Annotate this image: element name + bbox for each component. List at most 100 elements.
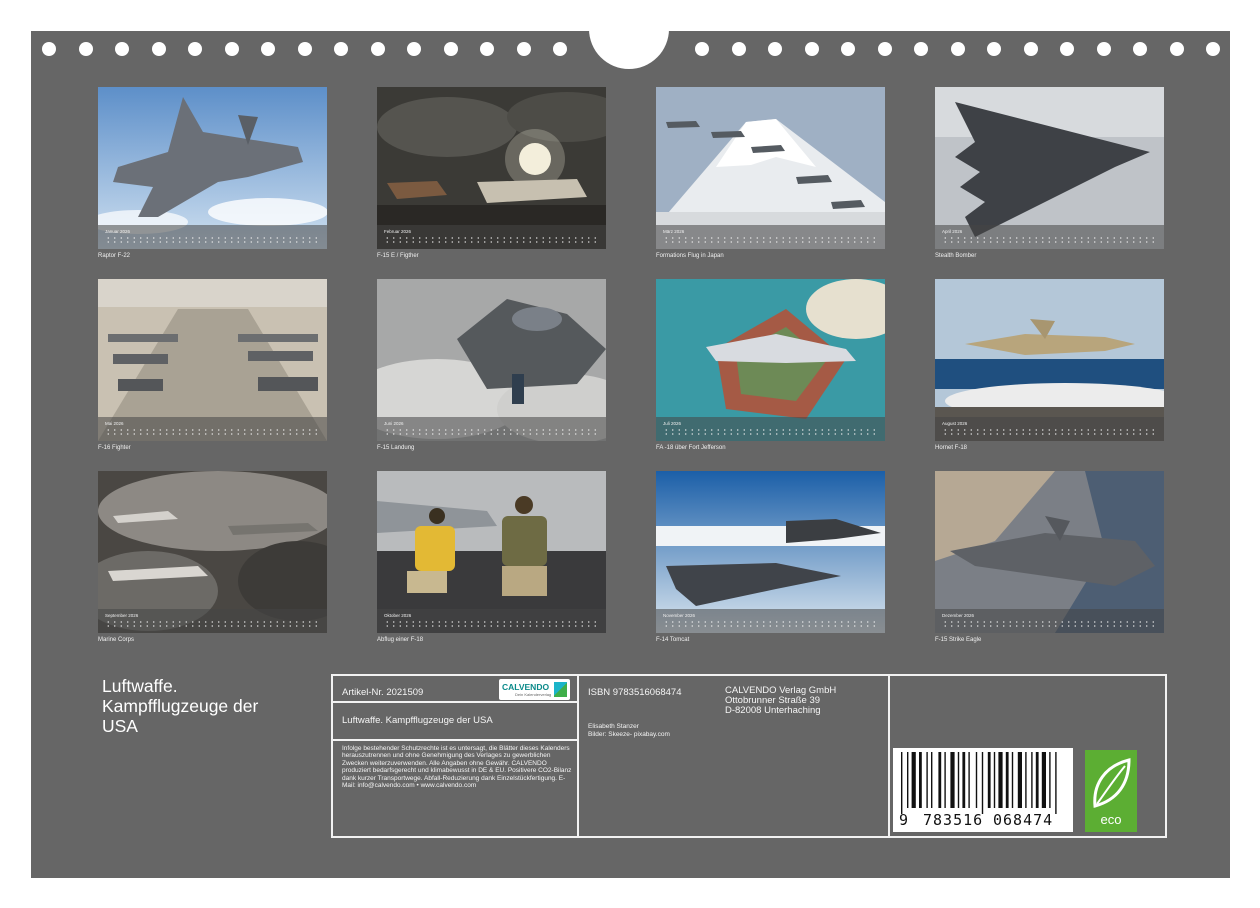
binding-hole [151, 42, 166, 56]
month-strip: Januar 2026 [98, 225, 327, 249]
day-grid [105, 236, 320, 244]
photo-caption: Marine Corps [98, 637, 135, 643]
photo-caption: F-15 Strike Eagle [935, 637, 982, 643]
binding-hole [224, 42, 239, 56]
binding-hole [1096, 42, 1111, 56]
barcode: 9 783516 068474 [893, 748, 1073, 832]
binding-hole [553, 42, 567, 56]
barcode-bar [950, 752, 955, 808]
barcode-bar [1035, 752, 1039, 808]
day-grid [105, 620, 320, 628]
barcode-digit-lead: 9 [899, 811, 909, 829]
month-label: Juli 2026 [663, 421, 682, 426]
binding-hole [1206, 42, 1220, 56]
barcode-bar [987, 752, 991, 808]
month-label: Februar 2026 [384, 229, 412, 234]
barcode-bar [975, 752, 978, 808]
month-strip: August 2026 [935, 417, 1164, 441]
title-line: USA [102, 716, 138, 736]
binding-hole [841, 42, 855, 56]
photo-caption: Formations Flug in Japan [656, 253, 724, 259]
month-strip: Oktober 2026 [377, 609, 606, 633]
month-label: Mai 2026 [105, 421, 124, 426]
month-strip: April 2026 [935, 225, 1164, 249]
photo-caption: Raptor F-22 [98, 253, 131, 259]
barcode-bar [968, 752, 970, 808]
binding-hole [877, 42, 892, 56]
photo-caption: Stealth Bomber [935, 253, 977, 259]
barcode-bar [1005, 752, 1009, 808]
barcode-bar [957, 752, 960, 808]
day-grid [942, 620, 1157, 628]
binding-hole [987, 42, 1001, 56]
title-line: Luftwaffe. [102, 676, 178, 696]
barcode-bar [901, 752, 903, 814]
binding-hole [950, 42, 965, 56]
month-label: November 2026 [663, 613, 696, 618]
barcode-bar [907, 752, 909, 808]
binding-hole [115, 42, 129, 56]
day-grid [942, 236, 1157, 244]
binding-hole [1023, 42, 1038, 56]
barcode-bar [981, 752, 984, 814]
photo-caption: Abflug einer F-18 [377, 637, 424, 643]
barcode-bar [998, 752, 1003, 808]
publisher-city: D-82008 Unterhaching [725, 705, 821, 716]
barcode-bar [1031, 752, 1033, 808]
binding-hole [334, 42, 348, 56]
barcode-bars [901, 752, 1057, 814]
month-strip: Juli 2026 [656, 417, 885, 441]
barcode-digits-right: 068474 [993, 811, 1054, 829]
binding-hole [804, 42, 819, 56]
month-strip: Dezember 2026 [935, 609, 1164, 633]
binding-hole [407, 42, 421, 56]
day-grid [384, 428, 599, 436]
barcode-bar [993, 752, 996, 808]
day-grid [663, 620, 878, 628]
day-grid [942, 428, 1157, 436]
photo-caption: Hornet F-18 [935, 445, 968, 451]
barcode-bar [1041, 752, 1046, 808]
leaf-icon [1093, 758, 1131, 808]
barcode-bar [911, 752, 916, 808]
photo-caption: F-16 Fighter [98, 445, 131, 451]
month-label: September 2026 [105, 613, 139, 618]
binding-hole [188, 42, 202, 56]
isbn: ISBN 9783516068474 [588, 687, 682, 698]
barcode-bar [926, 752, 928, 808]
product-title: Luftwaffe. Kampfflugzeuge der USA [342, 715, 493, 726]
binding-hole [370, 42, 385, 56]
barcode-bar [962, 752, 966, 808]
binding-hole [261, 42, 275, 56]
calendar-back-cover: Januar 2026 Raptor F-22 Februar 2026 F-1… [31, 29, 1230, 878]
photo-caption: F-14 Tomcat [656, 637, 690, 643]
day-grid [663, 428, 878, 436]
binding-hole [914, 42, 928, 56]
title-line: Kampfflugzeuge der [102, 696, 259, 716]
photo-caption: FA -18 über Fort Jefferson [656, 445, 726, 451]
day-grid [663, 236, 878, 244]
barcode-bar [1049, 752, 1051, 808]
photo-caption: F-15 E / Figther [377, 253, 419, 259]
eco-badge: eco [1085, 750, 1137, 832]
barcode-bar [944, 752, 946, 808]
month-strip: Mai 2026 [98, 417, 327, 441]
month-label: März 2026 [663, 229, 685, 234]
month-label: April 2026 [942, 229, 963, 234]
photo-caption: F-15 Landung [377, 445, 415, 451]
binding-hole [1060, 42, 1074, 56]
month-label: Oktober 2026 [384, 613, 412, 618]
hanger-cutout [589, 29, 669, 69]
month-label: Dezember 2026 [942, 613, 975, 618]
calvendo-logo: CALVENDO Dein Kalenderverlag [499, 679, 570, 700]
binding-hole [42, 42, 56, 56]
month-strip: März 2026 [656, 225, 885, 249]
day-grid [384, 236, 599, 244]
logo-mark [554, 682, 567, 697]
binding-hole [1169, 42, 1184, 56]
month-strip: November 2026 [656, 609, 885, 633]
day-grid [105, 428, 320, 436]
barcode-bar [931, 752, 933, 808]
binding-hole [443, 42, 458, 56]
author: Elisabeth Stanzer [588, 723, 639, 730]
